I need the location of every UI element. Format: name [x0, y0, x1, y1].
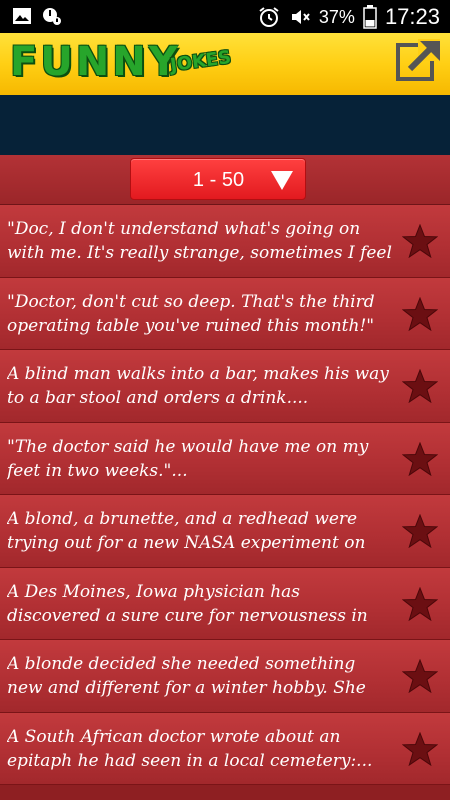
list-item[interactable]: A blonde decided she needed something ne… [0, 640, 450, 713]
joke-text: A South African doctor wrote about an ep… [7, 726, 373, 771]
star-icon[interactable] [402, 659, 438, 693]
ad-banner [0, 95, 450, 155]
list-item[interactable]: A blind man walks into a bar, makes his … [0, 350, 450, 423]
joke-text: "Doc, I don't understand what's going on… [7, 219, 392, 263]
list-item[interactable]: A South African doctor wrote about an ep… [0, 712, 450, 785]
chevron-down-icon [271, 171, 293, 190]
battery-percent: 37% [318, 6, 355, 27]
star-icon[interactable] [402, 369, 438, 403]
joke-text: A blind man walks into a bar, makes his … [7, 364, 389, 408]
star-icon[interactable] [402, 731, 438, 766]
list-item[interactable]: "Doc, I don't understand what's going on… [0, 205, 450, 278]
star-icon[interactable] [402, 586, 438, 621]
clock: 17:23 [384, 4, 440, 29]
logo-funny: FUNNY [10, 39, 181, 85]
range-bar: 1 - 50 [0, 155, 450, 205]
image-notification-icon [13, 8, 31, 24]
joke-text: "The doctor said he would have me on my … [7, 436, 369, 481]
jokes-list: "Doc, I don't understand what's going on… [0, 205, 450, 785]
app-header: FUNNY JOKES [0, 33, 450, 95]
list-item[interactable]: "Doctor, don't cut so deep. That's the t… [0, 277, 450, 350]
list-item[interactable]: A blond, a brunette, and a redhead were … [0, 495, 450, 568]
star-icon[interactable] [402, 441, 438, 476]
share-icon[interactable] [396, 37, 442, 83]
sync-alert-notification-icon [43, 8, 61, 25]
star-icon[interactable] [402, 296, 438, 331]
list-item[interactable]: A Des Moines, Iowa physician has discove… [0, 567, 450, 640]
battery-icon [363, 5, 377, 29]
star-icon[interactable] [402, 514, 438, 548]
range-dropdown[interactable]: 1 - 50 [130, 158, 306, 200]
joke-text: "Doctor, don't cut so deep. That's the t… [7, 291, 375, 336]
alarm-icon [259, 7, 279, 27]
joke-text: A blonde decided she needed something ne… [7, 654, 366, 698]
joke-text: A blond, a brunette, and a redhead were … [7, 509, 366, 553]
list-item[interactable]: "The doctor said he would have me on my … [0, 422, 450, 495]
mute-icon [291, 10, 310, 24]
status-bar: 37% 17:23 [0, 0, 450, 33]
star-icon[interactable] [402, 224, 438, 258]
joke-text: A Des Moines, Iowa physician has discove… [7, 581, 368, 626]
